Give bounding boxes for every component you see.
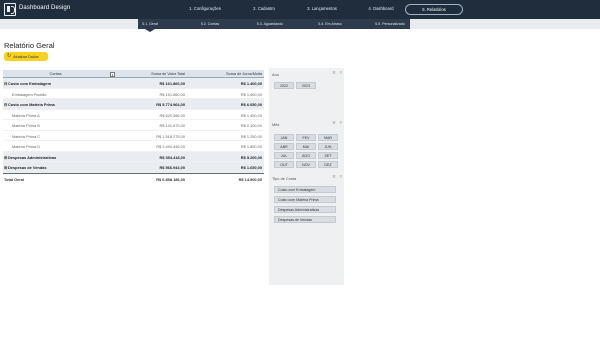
active-tab-indicator <box>145 29 155 32</box>
slicer-tipo-de-conta: Tipo de Conta ≡ ▿ Custo com Embalagem Cu… <box>272 175 342 236</box>
row-value: R$ 161.860,00 <box>159 91 185 97</box>
row-juros: R$ 14.900,00 <box>238 176 262 182</box>
table-row: ⊟Custo com Embalagem R$ 161.860,00 R$ 1.… <box>3 78 264 89</box>
row-value: R$ 354.418,00 <box>159 154 185 160</box>
filter-dropdown-icon[interactable]: ▾ <box>110 71 115 77</box>
slicer-panel: Ano ≡ ▿ 2022 2023 Mês ≡ ▿ JAN FEV MAR AB… <box>269 68 344 285</box>
slicer-item-2022[interactable]: 2022 <box>274 82 294 89</box>
row-label: Embalagem Padrão <box>12 91 47 97</box>
row-label: Despesas Administrativas <box>8 154 57 160</box>
row-value: R$ 566.944,00 <box>159 165 185 171</box>
column-header-contas: Contas <box>49 72 62 76</box>
subtab-aguardando[interactable]: 5.3. Aguardando <box>245 22 295 26</box>
slicer-item-despesas-vendas[interactable]: Despesas de Vendas <box>274 216 336 223</box>
refresh-data-button[interactable]: ↻ Atualizar Dados <box>4 52 48 61</box>
row-juros: R$ 6.650,00 <box>240 102 262 108</box>
slicer-item-ago[interactable]: AGO <box>296 152 316 159</box>
row-juros: R$ 1.400,00 <box>240 81 262 87</box>
multiselect-icon[interactable]: ≡ <box>333 175 336 180</box>
row-value: R$ 1.518.275,00 <box>156 133 185 139</box>
slicer-item-nov[interactable]: NOV <box>296 161 316 168</box>
row-value: R$ 6.858.186,00 <box>156 176 185 182</box>
slicer-item-fev[interactable]: FEV <box>296 134 316 141</box>
row-juros: R$ 1.400,00 <box>240 91 262 97</box>
pivot-header: Contas ▾ Soma de Valor Total Soma de Jur… <box>3 70 264 78</box>
subtab-em-atraso[interactable]: 5.4. Em Atraso <box>305 22 355 26</box>
row-label: Custo com Matéria Prima <box>8 102 55 108</box>
slicer-title: Ano <box>272 72 279 77</box>
table-row: Matéria Prima C R$ 1.518.275,00 R$ 1.250… <box>3 131 264 141</box>
grand-total-row: Total Geral R$ 6.858.186,00 R$ 14.900,00 <box>3 172 264 184</box>
multiselect-icon[interactable]: ≡ <box>333 121 336 126</box>
row-value: R$ 3.494.446,00 <box>156 144 185 150</box>
row-juros: R$ 1.250,00 <box>240 133 262 139</box>
row-label: Matéria Prima C <box>12 133 41 139</box>
clear-filter-icon[interactable]: ▿ <box>339 175 342 180</box>
row-label: Custo com Embalagem <box>8 81 52 87</box>
slicer-item-out[interactable]: OUT <box>274 161 294 168</box>
pivot-table: Contas ▾ Soma de Valor Total Soma de Jur… <box>3 70 264 183</box>
slicer-item-mar[interactable]: MAR <box>318 134 338 141</box>
slicer-item-jun[interactable]: JUN <box>318 143 338 150</box>
row-label: Matéria Prima D <box>12 144 41 150</box>
slicer-item-mai[interactable]: MAI <box>296 143 316 150</box>
slicer-item-dez[interactable]: DEZ <box>318 161 338 168</box>
slicer-item-custo-materia-prima[interactable]: Custo com Matéria Prima <box>274 196 336 203</box>
slicer-item-2023[interactable]: 2023 <box>296 82 316 89</box>
subtab-geral[interactable]: 5.1. Geral <box>125 22 175 26</box>
slicer-title: Tipo de Conta <box>272 176 297 181</box>
table-row: ⊞Despesas Administrativas R$ 354.418,00 … <box>3 151 264 162</box>
clear-filter-icon[interactable]: ▿ <box>339 71 342 76</box>
refresh-button-label: Atualizar Dados <box>13 54 39 59</box>
slicer-item-jul[interactable]: JUL <box>274 152 294 159</box>
slicer-item-set[interactable]: SET <box>318 152 338 159</box>
logo-icon <box>4 3 16 16</box>
subtab-contas[interactable]: 5.2. Contas <box>185 22 235 26</box>
row-value: R$ 141.675,00 <box>159 123 185 129</box>
slicer-item-custo-embalagem[interactable]: Custo com Embalagem <box>274 186 336 193</box>
row-label: Total Geral <box>4 176 25 182</box>
table-row: ⊞Despesas de Vendas R$ 566.944,00 R$ 1.6… <box>3 162 264 173</box>
app-title: Dashboard Design <box>19 5 71 11</box>
clear-filter-icon[interactable]: ▿ <box>339 121 342 126</box>
slicer-title: Mês <box>272 122 280 127</box>
nav-item-relatorios[interactable]: 5. Relatórios <box>405 4 463 15</box>
row-juros: R$ 1.850,00 <box>240 144 262 150</box>
row-value: R$ 5.774.964,00 <box>156 102 185 108</box>
row-label: Matéria Prima B <box>12 123 40 129</box>
row-juros: R$ 2.100,00 <box>240 123 262 129</box>
page-title: Relatório Geral <box>4 41 55 50</box>
top-navigation-bar: Dashboard Design 1. Configurações 2. Cad… <box>0 0 600 19</box>
row-value: R$ 161.860,00 <box>159 81 185 87</box>
slicer-mes: Mês ≡ ▿ JAN FEV MAR ABR MAI JUN JUL AGO … <box>272 121 342 174</box>
table-row: Matéria Prima D R$ 3.494.446,00 R$ 1.850… <box>3 141 264 152</box>
multiselect-icon[interactable]: ≡ <box>333 71 336 76</box>
row-juros: R$ 5.200,00 <box>240 154 262 160</box>
row-juros: R$ 1.650,00 <box>240 165 262 171</box>
refresh-icon: ↻ <box>7 53 12 59</box>
slicer-item-despesas-administrativas[interactable]: Despesas Administrativas <box>274 206 336 213</box>
table-row: ⊟Custo com Matéria Prima R$ 5.774.964,00… <box>3 99 264 110</box>
column-header-juros-multa: Soma de Juros/Multa <box>226 72 262 76</box>
row-juros: R$ 1.450,00 <box>240 112 262 118</box>
table-row: Embalagem Padrão R$ 161.860,00 R$ 1.400,… <box>3 89 264 99</box>
row-label: Despesas de Vendas <box>8 165 47 171</box>
row-value: R$ 620.566,00 <box>159 112 185 118</box>
slicer-ano: Ano ≡ ▿ 2022 2023 <box>272 71 342 96</box>
subtab-personalizado[interactable]: 5.5. Personalizado <box>365 22 415 26</box>
slicer-item-abr[interactable]: ABR <box>274 143 294 150</box>
column-header-valor-total: Soma de Valor Total <box>151 72 185 76</box>
row-label: Matéria Prima A <box>12 112 40 118</box>
slicer-item-jan[interactable]: JAN <box>274 134 294 141</box>
table-row: Matéria Prima A R$ 620.566,00 R$ 1.450,0… <box>3 110 264 120</box>
table-row: Matéria Prima B R$ 141.675,00 R$ 2.100,0… <box>3 120 264 131</box>
